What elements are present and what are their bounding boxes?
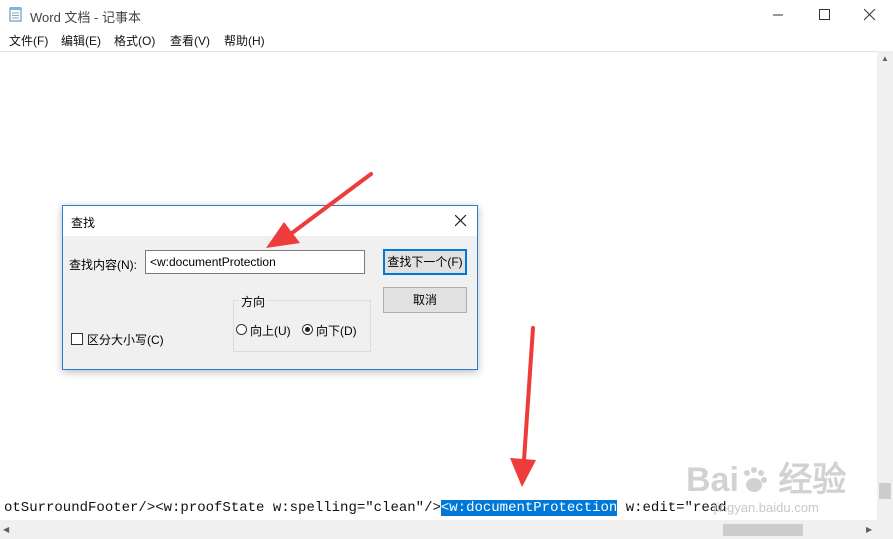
arrow-to-input-icon xyxy=(266,172,373,248)
annotation-arrows xyxy=(266,172,536,487)
arrow-to-match-icon xyxy=(510,326,536,487)
